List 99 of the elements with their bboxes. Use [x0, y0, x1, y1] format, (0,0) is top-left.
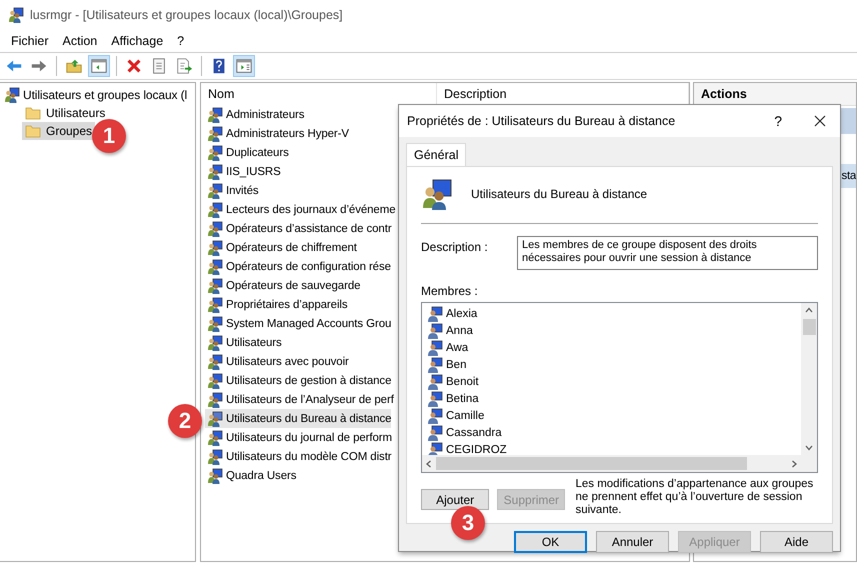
menu-item[interactable]: Affichage	[104, 34, 170, 48]
list-row[interactable]: Invités	[205, 181, 259, 200]
group-icon	[207, 372, 223, 388]
member-item[interactable]: Anna	[446, 324, 473, 336]
user-icon	[427, 390, 443, 406]
list-row[interactable]: IIS_IUSRS	[205, 162, 281, 181]
dialog-title: Propriétés de : Utilisateurs du Bureau à distance	[407, 114, 676, 128]
action-pane-icon	[235, 57, 253, 75]
group-icon	[207, 164, 223, 180]
group-icon	[207, 240, 223, 256]
member-item[interactable]: Cassandra	[446, 426, 502, 438]
list-row[interactable]: Utilisateurs du modèle COM distr	[205, 447, 392, 466]
step-badge: 1	[92, 119, 126, 153]
tree-item[interactable]: Groupes	[22, 122, 96, 140]
group-icon	[207, 448, 223, 464]
tree-item[interactable]: Utilisateurs et groupes locaux (l	[23, 88, 188, 102]
group-icon	[207, 296, 223, 312]
user-icon	[427, 424, 443, 440]
group-icon	[207, 258, 223, 274]
member-item[interactable]: CEGIDROZ	[446, 444, 507, 455]
group-icon	[207, 354, 223, 370]
member-item[interactable]: Ben	[446, 358, 466, 370]
menu-item[interactable]: Action	[56, 34, 104, 48]
group-icon	[207, 202, 223, 218]
group-icon	[207, 316, 223, 332]
list-row[interactable]: Opérateurs d’assistance de contr	[205, 219, 392, 238]
list-row[interactable]: Duplicateurs	[205, 143, 289, 162]
list-row[interactable]: Utilisateurs de l’Analyseur de perf	[205, 390, 394, 409]
list-row[interactable]: Opérateurs de configuration rése	[205, 257, 391, 276]
member-item[interactable]: Betina	[446, 392, 479, 404]
list-row[interactable]: Administrateurs	[205, 105, 304, 124]
list-row[interactable]: Utilisateurs	[205, 333, 282, 352]
group-icon	[207, 468, 223, 484]
user-icon	[427, 408, 443, 424]
list-row[interactable]: Propriétaires d’appareils	[205, 295, 348, 314]
note-text: Les modifications d’appartenance aux groupes ne prennent effet qu’à l’ouverture de session suivante.	[575, 478, 814, 517]
user-icon	[427, 356, 443, 372]
actions-header: Actions	[694, 83, 856, 106]
step-badge: 2	[168, 404, 202, 438]
scrollbar-thumb[interactable]	[802, 319, 816, 335]
member-item[interactable]: Camille	[446, 410, 484, 422]
scrollbar-thumb[interactable]	[436, 457, 747, 470]
pane-toggle-icon	[90, 57, 108, 75]
properties-icon	[150, 57, 168, 75]
delete-icon	[125, 57, 143, 75]
list-row[interactable]: Lecteurs des journaux d’événeme	[205, 200, 396, 219]
folder-icon	[25, 124, 41, 138]
group-icon	[4, 87, 20, 103]
tab[interactable]: Général	[406, 143, 466, 166]
list-row[interactable]: Utilisateurs du journal de perform	[205, 428, 392, 447]
description-label: Description :	[421, 239, 489, 256]
members-label: Membres :	[421, 284, 479, 298]
group-icon	[207, 106, 223, 122]
group-icon	[207, 144, 223, 160]
tree-item[interactable]: Utilisateurs	[22, 104, 108, 122]
menu-item[interactable]: ?	[170, 34, 192, 48]
dialog-button[interactable]: Annuler	[596, 531, 669, 553]
members-list[interactable]: Alexia Anna Awa Ben Benoit Betina Camille Cassandra CEGIDROZ	[421, 302, 818, 473]
list-row[interactable]: Quadra Users	[205, 466, 296, 485]
group-icon	[8, 7, 24, 23]
member-button[interactable]: Ajouter	[421, 489, 490, 510]
list-row[interactable]: Utilisateurs de gestion à distance	[205, 371, 392, 390]
description-field[interactable]: Les membres de ce groupe disposent des droits nécessaires pour ouvrir une session à distance	[517, 236, 818, 270]
export-list-icon	[175, 57, 193, 75]
user-icon	[427, 340, 443, 356]
folder-up-icon	[65, 57, 83, 75]
group-icon	[207, 182, 223, 198]
group-icon	[207, 410, 223, 426]
vertical-scrollbar[interactable]	[801, 303, 817, 455]
group-icon	[207, 126, 223, 142]
member-item[interactable]: Benoit	[446, 376, 479, 388]
list-row[interactable]: Opérateurs de chiffrement	[205, 238, 357, 257]
member-item[interactable]: Awa	[446, 342, 468, 354]
menu-item[interactable]: Fichier	[4, 34, 56, 48]
toolbar-button[interactable]	[88, 55, 110, 77]
member-item[interactable]: Alexia	[446, 308, 478, 320]
close-icon[interactable]	[814, 115, 826, 127]
window-title: lusrmgr - [Utilisateurs et groupes locaux (local)\Groupes]	[30, 8, 343, 22]
list-row[interactable]: System Managed Accounts Grou	[205, 314, 392, 333]
group-icon	[207, 392, 223, 408]
help-button[interactable]: ?	[774, 113, 782, 129]
group-icon	[421, 178, 453, 210]
group-icon	[207, 220, 223, 236]
list-row[interactable]: Utilisateurs du Bureau à distance	[205, 409, 392, 428]
horizontal-scrollbar[interactable]	[422, 455, 801, 472]
folder-icon	[25, 106, 41, 120]
group-icon	[207, 430, 223, 446]
list-row[interactable]: Utilisateurs avec pouvoir	[205, 352, 349, 371]
group-name: Utilisateurs du Bureau à distance	[471, 187, 648, 201]
group-icon	[207, 278, 223, 294]
list-row[interactable]: Administrateurs Hyper-V	[205, 124, 349, 143]
user-icon	[427, 374, 443, 390]
user-icon	[427, 306, 443, 322]
toolbar-button[interactable]	[233, 55, 255, 77]
dialog-button[interactable]: Aide	[760, 531, 833, 553]
user-icon	[427, 322, 443, 338]
list-row[interactable]: Opérateurs de sauvegarde	[205, 276, 360, 295]
group-icon	[207, 334, 223, 350]
dialog-button[interactable]: OK	[514, 531, 587, 553]
